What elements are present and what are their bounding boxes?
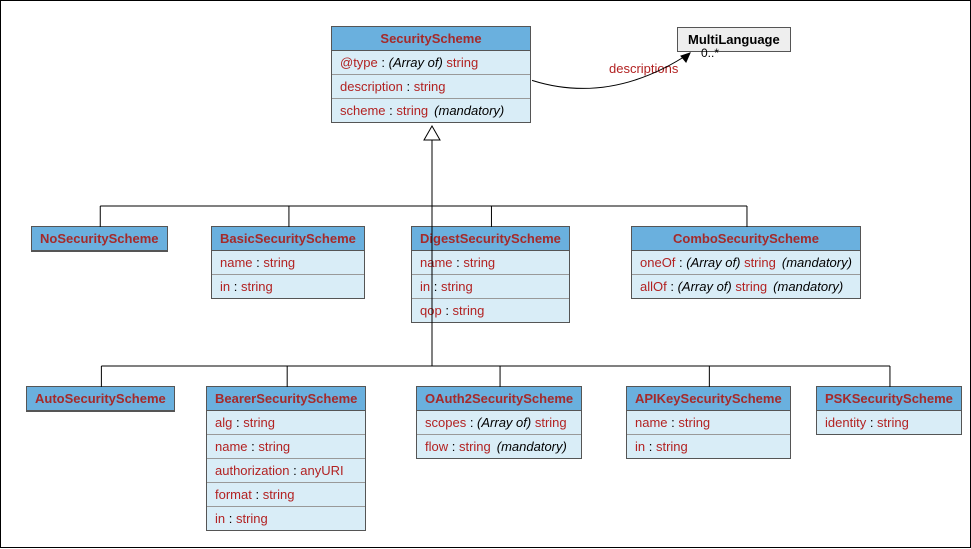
class-oauth2-security-scheme: OAuth2SecuritySchemescopes : (Array of) … (416, 386, 582, 459)
class-auto-security-scheme: AutoSecurityScheme (26, 386, 175, 412)
attr-type: string (446, 55, 478, 70)
attr-name: @type (340, 55, 378, 70)
attribute-row: identity : string (817, 411, 961, 434)
attribute-row: in : string (627, 435, 790, 458)
diagram-canvas: SecurityScheme @type : (Array of) string… (0, 0, 971, 548)
class-security-scheme: SecurityScheme @type : (Array of) string… (331, 26, 531, 123)
attr-name: in (420, 279, 430, 294)
attribute-row: flow : string(mandatory) (417, 435, 581, 458)
attr-name: name (420, 255, 453, 270)
attr-name: authorization (215, 463, 289, 478)
type-modifier: (Array of) (678, 279, 736, 294)
class-title: ComboSecurityScheme (632, 227, 860, 251)
attribute-row: in : string (207, 507, 365, 530)
attr-type: string (453, 303, 485, 318)
attr-name: name (635, 415, 668, 430)
attr-type: string (241, 279, 273, 294)
attr-name: scopes (425, 415, 466, 430)
class-no-security-scheme: NoSecurityScheme (31, 226, 168, 252)
attr-name: scheme (340, 103, 386, 118)
class-digest-security-scheme: DigestSecuritySchemename : stringin : st… (411, 226, 570, 323)
attr-name: allOf (640, 279, 667, 294)
class-title: OAuth2SecurityScheme (417, 387, 581, 411)
attr-type: string (441, 279, 473, 294)
mandatory-label: (mandatory) (773, 279, 843, 294)
attribute-row: name : string (412, 251, 569, 275)
class-bearer-security-scheme: BearerSecuritySchemealg : stringname : s… (206, 386, 366, 531)
class-apikey-security-scheme: APIKeySecuritySchemename : stringin : st… (626, 386, 791, 459)
attribute-row: allOf : (Array of) string(mandatory) (632, 275, 860, 298)
class-title: NoSecurityScheme (32, 227, 167, 251)
class-multilanguage: MultiLanguage (677, 27, 791, 52)
attr-name: flow (425, 439, 448, 454)
attr-name: name (220, 255, 253, 270)
class-combo-security-scheme: ComboSecuritySchemeoneOf : (Array of) st… (631, 226, 861, 299)
attribute-row: qop : string (412, 299, 569, 322)
assoc-mult: 0..* (701, 46, 719, 60)
attribute-row: alg : string (207, 411, 365, 435)
class-title: MultiLanguage (688, 32, 780, 47)
attr-type: string (258, 439, 290, 454)
attr-name: alg (215, 415, 232, 430)
mandatory-label: (mandatory) (782, 255, 852, 270)
attr-name: qop (420, 303, 442, 318)
attr-type: string (656, 439, 688, 454)
attribute-row: format : string (207, 483, 365, 507)
class-title: DigestSecurityScheme (412, 227, 569, 251)
attr-name: in (635, 439, 645, 454)
attribute-row: name : string (627, 411, 790, 435)
class-title: PSKSecurityScheme (817, 387, 961, 411)
class-title: BasicSecurityScheme (212, 227, 364, 251)
attr-name: in (220, 279, 230, 294)
mandatory-label: (mandatory) (434, 103, 504, 118)
attr-name: oneOf (640, 255, 675, 270)
type-modifier: (Array of) (686, 255, 744, 270)
attribute-row: name : string (207, 435, 365, 459)
attr-type: string (263, 487, 295, 502)
attr-type: string (263, 255, 295, 270)
attr-name: description (340, 79, 403, 94)
attr-type: string (236, 511, 268, 526)
attr-type: string (414, 79, 446, 94)
class-basic-security-scheme: BasicSecuritySchemename : stringin : str… (211, 226, 365, 299)
attr-name: name (215, 439, 248, 454)
attr-type: string (243, 415, 275, 430)
attr-name: in (215, 511, 225, 526)
class-title: BearerSecurityScheme (207, 387, 365, 411)
type-modifier: (Array of) (477, 415, 535, 430)
attr-type: string (396, 103, 428, 118)
attribute-row: in : string (412, 275, 569, 299)
attribute-row: scheme : string(mandatory) (332, 99, 530, 122)
attribute-row: in : string (212, 275, 364, 298)
attribute-row: oneOf : (Array of) string(mandatory) (632, 251, 860, 275)
mandatory-label: (mandatory) (497, 439, 567, 454)
class-title: AutoSecurityScheme (27, 387, 174, 411)
attr-type: anyURI (300, 463, 343, 478)
class-title: SecurityScheme (332, 27, 530, 51)
class-title: APIKeySecurityScheme (627, 387, 790, 411)
class-psk-security-scheme: PSKSecuritySchemeidentity : string (816, 386, 962, 435)
attr-name: identity (825, 415, 866, 430)
attr-type: string (535, 415, 567, 430)
attribute-row: authorization : anyURI (207, 459, 365, 483)
attr-type: string (678, 415, 710, 430)
assoc-label-descriptions: descriptions (609, 61, 678, 76)
attribute-row: description : string (332, 75, 530, 99)
attr-name: format (215, 487, 252, 502)
attribute-row: name : string (212, 251, 364, 275)
attr-type: string (463, 255, 495, 270)
type-modifier: (Array of) (389, 55, 447, 70)
attr-type: string (459, 439, 491, 454)
attribute-row: scopes : (Array of) string (417, 411, 581, 435)
attr-type: string (877, 415, 909, 430)
attr-type: string (735, 279, 767, 294)
attribute-row: @type : (Array of) string (332, 51, 530, 75)
attr-type: string (744, 255, 776, 270)
